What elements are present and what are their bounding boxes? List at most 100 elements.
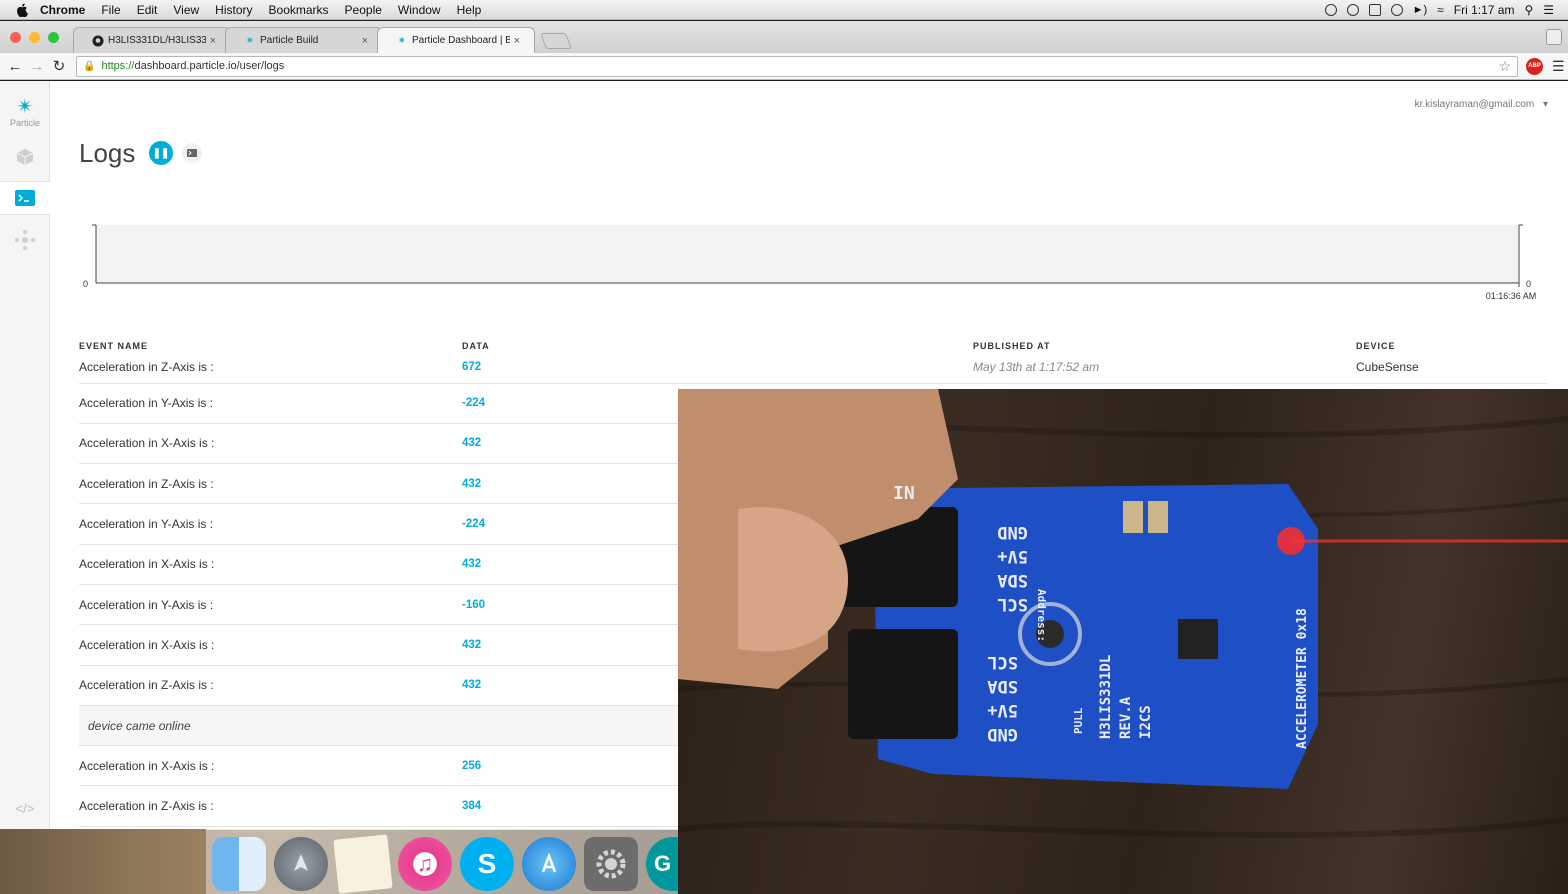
- finder-icon[interactable]: [212, 837, 266, 891]
- label-board-name: ACCELEROMETER 0x18: [1295, 608, 1310, 749]
- url-text: dashboard.particle.io/user/logs: [134, 60, 285, 72]
- zoom-window-icon[interactable]: [48, 31, 59, 43]
- label-scl-2: SCL: [987, 652, 1018, 672]
- adblock-icon[interactable]: ABP: [1526, 57, 1543, 75]
- clock-text[interactable]: Fri 1:17 am: [1454, 3, 1515, 17]
- record-icon[interactable]: [1324, 3, 1337, 16]
- event-name-cell: Acceleration in X-Axis is :: [79, 624, 462, 666]
- browser-toolbar: ← → ↻ 🔒 https:// dashboard.particle.io/u…: [0, 53, 1568, 80]
- label-scl: SCL: [997, 594, 1028, 614]
- github-icon: [92, 35, 104, 47]
- sidebar-item-integrations[interactable]: [0, 229, 50, 251]
- cube-icon: [16, 149, 34, 165]
- tab-github[interactable]: H3LIS331DL/H3LIS331DL ×: [73, 27, 231, 53]
- minimize-window-icon[interactable]: [29, 31, 40, 43]
- arduino-icon[interactable]: G: [646, 837, 678, 891]
- capacitor: [1148, 501, 1168, 533]
- app-store-icon[interactable]: [522, 837, 576, 891]
- user-email: kr.kislayraman@gmail.com: [1414, 99, 1535, 110]
- tab-particle-build[interactable]: ✴ Particle Build ×: [225, 27, 383, 53]
- back-icon[interactable]: ←: [4, 58, 26, 75]
- dropbox-icon[interactable]: [1368, 3, 1381, 16]
- label-revision: REV.A: [1118, 696, 1134, 739]
- event-name-cell: Acceleration in Y-Axis is :: [79, 383, 462, 424]
- url-scheme: https://: [101, 60, 135, 72]
- pause-button[interactable]: ❚❚: [149, 141, 173, 165]
- sidebar-item-devices[interactable]: [0, 147, 50, 167]
- new-tab-button[interactable]: [540, 33, 572, 49]
- window-controls: [10, 31, 59, 43]
- label-sda-2: SDA: [987, 676, 1018, 696]
- close-tab-icon[interactable]: ×: [362, 35, 368, 47]
- terminal-icon: [15, 190, 35, 206]
- tab-title: Particle Dashboard | Build: [412, 35, 510, 46]
- menu-people[interactable]: People: [345, 3, 382, 17]
- address-bar[interactable]: 🔒 https:// dashboard.particle.io/user/lo…: [76, 55, 1518, 77]
- tab-particle-dashboard[interactable]: ✴ Particle Dashboard | Build ×: [377, 27, 535, 53]
- column-header-device[interactable]: DEVICE: [1356, 321, 1547, 351]
- music-note-icon: ♫: [416, 851, 434, 876]
- event-name-cell: Acceleration in X-Axis is :: [79, 745, 462, 787]
- event-name-cell: Acceleration in Z-Axis is :: [79, 665, 462, 706]
- menu-window[interactable]: Window: [398, 3, 441, 17]
- menu-view[interactable]: View: [173, 3, 199, 17]
- macos-menu-bar: Chrome File Edit View History Bookmarks …: [0, 0, 1568, 20]
- itunes-icon[interactable]: ♫: [398, 837, 452, 891]
- bluetooth-icon[interactable]: [1390, 3, 1403, 16]
- label-gnd: GND: [997, 522, 1028, 542]
- notification-center-icon[interactable]: ☰: [1543, 3, 1554, 17]
- spotlight-search-icon[interactable]: ⚲: [1524, 3, 1533, 17]
- table-row: Acceleration in Z-Axis is :672 May 13th a…: [79, 351, 1547, 384]
- user-menu[interactable]: kr.kislayraman@gmail.com ▾: [1415, 99, 1548, 110]
- column-header-event-name[interactable]: EVENT NAME: [79, 321, 462, 351]
- column-header-data[interactable]: DATA: [462, 321, 973, 351]
- event-name-cell: Acceleration in X-Axis is :: [79, 544, 462, 585]
- close-tab-icon[interactable]: ×: [210, 35, 216, 47]
- label-5v-2: 5V+: [987, 700, 1018, 720]
- event-chart: 0 0 01:16:36 AM: [83, 224, 1537, 301]
- particle-icon: ✴: [397, 35, 407, 47]
- vpn-icon[interactable]: [1346, 3, 1359, 16]
- sidebar: ✴ Particle </>: [0, 81, 50, 829]
- console-button[interactable]: [182, 143, 202, 163]
- menu-help[interactable]: Help: [457, 3, 482, 17]
- launchpad-icon[interactable]: [274, 837, 328, 891]
- label-interface: I2CS: [1138, 705, 1154, 739]
- label-gnd-2: GND: [987, 724, 1018, 744]
- profile-icon[interactable]: [1546, 29, 1562, 45]
- wifi-icon[interactable]: ≈: [1437, 3, 1444, 17]
- event-name-cell: Acceleration in Y-Axis is :: [79, 584, 462, 626]
- column-header-published-at[interactable]: PUBLISHED AT: [973, 321, 1356, 351]
- connector-out: [848, 629, 958, 739]
- chart-y-tick-right: 0: [1526, 279, 1531, 289]
- sidebar-item-particle-home[interactable]: ✴ Particle: [0, 97, 50, 128]
- menu-bookmarks[interactable]: Bookmarks: [269, 3, 329, 17]
- code-icon[interactable]: </>: [0, 801, 50, 816]
- system-preferences-icon[interactable]: [584, 837, 638, 891]
- published-at-cell: May 13th at 1:17:52 am: [973, 351, 1356, 384]
- skype-icon[interactable]: S: [460, 837, 514, 891]
- forward-icon[interactable]: →: [26, 58, 48, 75]
- status-area: ►) ≈ Fri 1:17 am ⚲ ☰: [1324, 3, 1568, 17]
- label-sda: SDA: [997, 570, 1028, 590]
- menu-edit[interactable]: Edit: [137, 3, 158, 17]
- chart-x-tick-label: 01:16:36 AM: [1486, 291, 1537, 301]
- close-tab-icon[interactable]: ×: [514, 35, 520, 47]
- menu-history[interactable]: History: [215, 3, 252, 17]
- textedit-icon[interactable]: [333, 834, 393, 894]
- close-window-icon[interactable]: [10, 31, 21, 43]
- sidebar-item-logs[interactable]: [0, 181, 50, 215]
- menu-app-name[interactable]: Chrome: [40, 3, 85, 17]
- menu-file[interactable]: File: [101, 3, 120, 17]
- label-5v: 5V+: [997, 546, 1028, 566]
- chart-y-tick-left: 0: [83, 279, 88, 289]
- lock-icon[interactable]: 🔒: [83, 61, 95, 72]
- chrome-menu-icon[interactable]: ☰: [1552, 58, 1565, 75]
- sidebar-brand-label: Particle: [9, 118, 40, 128]
- capacitor: [1123, 501, 1143, 533]
- bookmark-star-icon[interactable]: ☆: [1498, 58, 1511, 75]
- volume-icon[interactable]: ►): [1413, 4, 1428, 16]
- table-header-row: EVENT NAME DATA PUBLISHED AT DEVICE: [79, 321, 1547, 351]
- reload-icon[interactable]: ↻: [48, 57, 70, 75]
- apple-icon[interactable]: [14, 2, 30, 18]
